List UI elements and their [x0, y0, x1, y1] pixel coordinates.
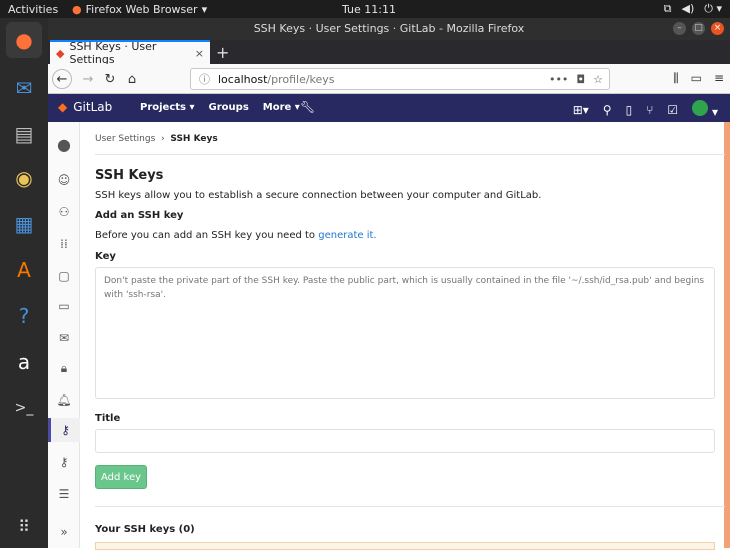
app-menu[interactable]: ● Firefox Web Browser ▾: [72, 3, 207, 16]
gitlab-brand: GitLab: [73, 100, 113, 114]
sidebar-item-password[interactable]: 🔒︎: [48, 356, 80, 380]
dock: ● ✉ ▤ ◉ ▦ A ? a >_ ⠿: [0, 18, 48, 548]
issues-icon[interactable]: ▯: [626, 103, 633, 117]
tab-bar: ◆ SSH Keys · User Settings × +: [48, 40, 730, 66]
tab-ssh-keys[interactable]: ◆ SSH Keys · User Settings ×: [50, 40, 210, 66]
volume-icon: ◀): [681, 2, 695, 15]
sidebar-item-ssh-keys[interactable]: ⚷: [48, 418, 80, 442]
writer-launcher-icon[interactable]: ▦: [6, 206, 42, 242]
minimize-icon[interactable]: –: [673, 22, 686, 35]
breadcrumb-separator-icon: ›: [158, 134, 168, 144]
system-top-bar: Activities ● Firefox Web Browser ▾ Tue 1…: [0, 0, 730, 18]
new-item-icon[interactable]: ⊞▾: [573, 103, 589, 117]
nav-groups[interactable]: Groups: [209, 102, 249, 113]
help-launcher-icon[interactable]: ?: [6, 298, 42, 334]
section-divider: [95, 506, 725, 507]
sidebar-item-emails[interactable]: ✉: [48, 326, 80, 350]
settings-sidebar: ● ☺ ⚇ ⁞⁞ ▢ ▭ ✉ 🔒︎ 🔔︎ ⚷ ⚷ ☰ »: [48, 122, 80, 548]
sidebar-item-gpg-keys[interactable]: ⚷: [48, 450, 80, 474]
admin-wrench-icon[interactable]: 🔧︎: [300, 100, 315, 114]
pocket-icon[interactable]: ◘: [576, 73, 585, 86]
clock[interactable]: Tue 11:11: [342, 3, 396, 16]
search-icon[interactable]: ⚲: [603, 103, 612, 117]
merge-requests-icon[interactable]: ⑂: [646, 103, 653, 117]
key-textarea[interactable]: [95, 267, 715, 399]
breadcrumb-divider: [95, 154, 725, 155]
breadcrumb-parent[interactable]: User Settings: [95, 134, 155, 144]
sidebar-icon[interactable]: ▭: [691, 71, 702, 86]
bookmark-star-icon[interactable]: ☆: [593, 73, 603, 86]
title-input[interactable]: [95, 429, 715, 453]
url-host: localhost: [218, 72, 268, 86]
rhythmbox-launcher-icon[interactable]: ◉: [6, 160, 42, 196]
firefox-icon: ●: [72, 3, 82, 16]
amazon-launcher-icon[interactable]: a: [6, 344, 42, 380]
page-title: SSH Keys: [95, 168, 164, 183]
new-tab-icon[interactable]: +: [216, 43, 229, 62]
sidebar-item-profile[interactable]: ☺: [48, 168, 80, 192]
avatar: [692, 100, 709, 116]
key-label: Key: [95, 251, 116, 262]
page-actions-icon[interactable]: •••: [549, 73, 568, 86]
window-title: SSH Keys · User Settings · GitLab - Mozi…: [253, 22, 525, 35]
thunderbird-launcher-icon[interactable]: ✉: [6, 70, 42, 106]
sidebar-item-notifications[interactable]: 🔔︎: [48, 388, 80, 412]
system-tray[interactable]: ⧉ ◀) ⏻ ▾: [664, 2, 722, 16]
network-icon: ⧉: [663, 2, 672, 15]
nav-more[interactable]: More ▾: [263, 102, 300, 113]
collapse-sidebar-icon[interactable]: »: [48, 520, 80, 544]
gitlab-header: ◆ GitLab Projects ▾ Groups More ▾ 🔧︎ ⊞▾ …: [48, 94, 730, 122]
maximize-icon[interactable]: □: [692, 22, 705, 35]
gitlab-logo[interactable]: ◆ GitLab: [58, 100, 112, 114]
sidebar-item-tokens[interactable]: ▭: [48, 294, 80, 318]
show-apps-icon[interactable]: ⠿: [6, 508, 42, 544]
right-accent-bar: [724, 122, 730, 548]
navigation-bar: ← → ↻ ⌂ ⓘ localhost/profile/keys ••• ◘ ☆…: [48, 64, 730, 94]
power-icon: ⏻ ▾: [704, 2, 722, 15]
sidebar-item-applications[interactable]: ⁞⁞: [48, 232, 80, 256]
main-content: User Settings › SSH Keys SSH Keys SSH ke…: [80, 122, 725, 550]
gitlab-favicon-icon: ◆: [56, 46, 65, 60]
window-titlebar[interactable]: SSH Keys · User Settings · GitLab - Mozi…: [48, 18, 730, 40]
generate-key-hint: Before you can add an SSH key you need t…: [95, 230, 377, 241]
software-launcher-icon[interactable]: A: [6, 252, 42, 288]
home-button[interactable]: ⌂: [122, 69, 142, 89]
add-ssh-key-heading: Add an SSH key: [95, 210, 184, 221]
add-key-button[interactable]: Add key: [95, 465, 147, 489]
terminal-launcher-icon[interactable]: >_: [6, 390, 42, 426]
no-keys-notice: [95, 542, 715, 550]
todos-icon[interactable]: ☑: [667, 103, 678, 117]
user-menu[interactable]: ▾: [692, 100, 718, 119]
firefox-launcher-icon[interactable]: ●: [6, 22, 42, 58]
sidebar-item-chat[interactable]: ▢: [48, 264, 80, 288]
gitlab-tanuki-icon: ◆: [58, 100, 68, 114]
url-bar[interactable]: ⓘ localhost/profile/keys ••• ◘ ☆: [190, 68, 610, 90]
breadcrumb-current[interactable]: SSH Keys: [170, 134, 217, 144]
sidebar-item-preferences[interactable]: ☰: [48, 482, 80, 506]
title-label: Title: [95, 413, 121, 424]
library-icon[interactable]: ⫼: [673, 71, 679, 86]
activities-button[interactable]: Activities: [8, 3, 58, 16]
breadcrumb: User Settings › SSH Keys: [95, 134, 218, 144]
generate-it-link[interactable]: generate it.: [318, 230, 376, 241]
url-path: /profile/keys: [267, 72, 335, 86]
sidebar-profile-avatar-icon[interactable]: ●: [48, 132, 80, 156]
files-launcher-icon[interactable]: ▤: [6, 116, 42, 152]
app-menu-label: Firefox Web Browser: [85, 3, 198, 16]
tab-title: SSH Keys · User Settings: [69, 40, 157, 66]
info-icon[interactable]: ⓘ: [199, 71, 210, 87]
tab-close-icon[interactable]: ×: [195, 47, 204, 60]
close-icon[interactable]: ×: [711, 22, 724, 35]
hamburger-menu-icon[interactable]: ≡: [714, 71, 724, 86]
reload-button[interactable]: ↻: [100, 69, 120, 89]
forward-button[interactable]: →: [78, 69, 98, 89]
nav-projects[interactable]: Projects ▾: [140, 102, 195, 113]
your-ssh-keys-heading: Your SSH keys (0): [95, 524, 195, 535]
back-button[interactable]: ←: [52, 69, 72, 89]
sidebar-item-account[interactable]: ⚇: [48, 200, 80, 224]
page-description: SSH keys allow you to establish a secure…: [95, 190, 542, 201]
chevron-down-icon: ▾: [201, 3, 208, 16]
